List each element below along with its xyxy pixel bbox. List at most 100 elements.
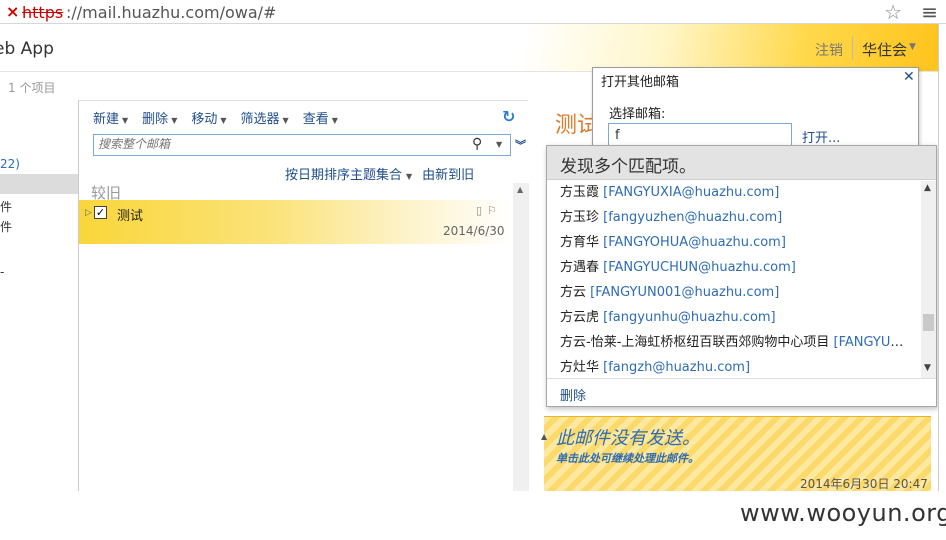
folder-unread-count[interactable]: 22) [0,157,20,171]
list-toolbar: 新建 ▼ 删除 ▼ 移动 ▼ 筛选器 ▼ 查看 ▼ [93,108,338,127]
move-button[interactable]: 移动 ▼ [191,108,226,127]
expand-triangle-icon[interactable]: ▷ [85,208,92,218]
match-email: [FANGYUN... [833,335,910,350]
new-label: 新建 [93,112,120,127]
delete-button[interactable]: 删除 ▼ [142,108,177,127]
search-input[interactable] [98,137,468,151]
matches-footer: 删除 [547,378,936,406]
list-scrollbar[interactable]: ▲ [513,183,529,501]
url-text: ://mail.huazhu.com/owa/# [66,3,277,22]
match-item[interactable]: 方玉霞 [FANGYUXIA@huazhu.com] [560,181,910,206]
matches-header: 发现多个匹配项。 [547,146,936,180]
match-email: [fangyunhu@huazhu.com] [603,310,776,325]
scroll-thumb[interactable] [923,314,934,331]
move-label: 移动 [191,112,218,127]
message-sent-date: 2014年6月30日 20:47 [800,477,928,491]
match-item[interactable]: 方玉珍 [fangyuzhen@huazhu.com] [560,206,910,231]
match-name: 方云 [560,285,587,300]
folder-selected[interactable] [0,174,78,194]
match-email: [FANGYUCHUN@huazhu.com] [603,260,796,275]
select-mailbox-label: 选择邮箱: [609,107,666,122]
mailbox-input[interactable] [608,123,792,147]
message-subject: 测试 [117,209,144,224]
chevron-down-icon: ▼ [122,116,129,125]
matches-scrollbar[interactable]: ▲ ▼ [921,181,936,378]
match-item[interactable]: 方育华 [FANGYOHUA@huazhu.com] [560,231,910,256]
browser-address-bar[interactable]: × https ://mail.huazhu.com/owa/# ☆ ≡ [0,0,946,24]
open-link[interactable]: 打开... [802,127,840,146]
sort-by-dropdown[interactable]: 按日期排序主题集合 [285,168,402,183]
new-button[interactable]: 新建 ▼ [93,108,128,127]
match-name: 方遇春 [560,260,600,275]
message-date: 2014/6/30 [443,224,505,238]
category-icon[interactable]: ▯ [476,204,482,217]
expand-double-chevron-icon[interactable]: ︾ [515,137,526,153]
match-item[interactable]: 方云虎 [fangyunhu@huazhu.com] [560,306,910,331]
chevron-down-icon: ▼ [282,116,289,125]
filter-label: 筛选器 [240,112,280,127]
delete-link[interactable]: 删除 [560,385,586,404]
match-name: 方云虎 [560,310,600,325]
match-name: 方玉霞 [560,185,600,200]
window-edge [938,24,946,494]
filter-button[interactable]: 筛选器 ▼ [241,108,289,127]
search-box[interactable]: ⚲ ▼ [93,134,511,156]
browser-menu-icon[interactable]: ≡ [921,0,938,24]
delete-label: 删除 [142,112,169,127]
match-item[interactable]: 方云 [FANGYUN001@huazhu.com] [560,281,910,306]
folder-item[interactable]: 件 [0,198,12,215]
dialog-title: 打开其他邮箱 [601,75,680,90]
insecure-icon: × [6,2,20,21]
continue-editing-link[interactable]: 单击此处可继续处理此邮件。 [556,450,699,466]
open-other-mailbox-dialog: 打开其他邮箱 ✕ 选择邮箱: 打开... [592,67,919,151]
item-count: 1 个项目 [8,81,56,95]
sort-order-toggle[interactable]: 由新到旧 [422,168,474,183]
match-name: 方灶华 [560,360,600,375]
flag-icon[interactable]: ⚐ [487,204,497,217]
close-icon[interactable]: ✕ [903,69,915,85]
matches-header-text: 发现多个匹配项。 [560,157,696,177]
user-menu[interactable]: 华住会 [862,39,907,60]
match-item[interactable]: 方遇春 [FANGYUCHUN@huazhu.com] [560,256,910,281]
banner-arrow-icon: ▲ [541,432,548,441]
match-email: [FANGYOHUA@huazhu.com] [603,235,786,250]
view-button[interactable]: 查看 ▼ [303,108,338,127]
owa-header: eb App 注销 华住会 ▼ [0,24,946,72]
matches-dropdown: 发现多个匹配项。 方玉霞 [FANGYUXIA@huazhu.com] 方玉珍 … [546,145,937,407]
chevron-down-icon: ▼ [220,116,227,125]
screen: × https ://mail.huazhu.com/owa/# ☆ ≡ eb … [0,0,946,540]
match-name: 方育华 [560,235,600,250]
app-title: eb App [0,39,54,59]
match-item[interactable]: 方灶华 [fangzh@huazhu.com] [560,356,910,378]
watermark: www.wooyun.org [740,499,946,527]
search-icon[interactable]: ⚲ [472,136,482,152]
chevron-down-icon: ▼ [331,116,338,125]
scroll-down-icon[interactable]: ▼ [924,363,931,373]
refresh-icon[interactable]: ↻ [502,107,515,126]
match-email: [FANGYUN001@huazhu.com] [590,285,780,300]
bookmark-star-icon[interactable]: ☆ [884,0,902,24]
folder-item[interactable]: 件 [0,218,12,235]
scroll-up-icon[interactable]: ▲ [924,183,931,193]
match-email: [fangzh@huazhu.com] [603,360,751,375]
header-divider [852,36,853,60]
sort-bar: 按日期排序主题集合 ▼ 由新到旧 [285,164,474,183]
message-checkbox[interactable]: ✓ [94,206,107,219]
chevron-down-icon: ▼ [171,116,178,125]
chevron-down-icon[interactable]: ▼ [496,140,502,149]
url-scheme: https [22,3,64,22]
match-item[interactable]: 方云-怡莱-上海虹桥枢纽百联西郊购物中心项目 [FANGYUN... [560,331,910,356]
folder-item[interactable]: - [0,265,4,279]
scroll-up-icon[interactable]: ▲ [517,185,523,194]
logout-link[interactable]: 注销 [815,40,843,60]
matches-list: 方玉霞 [FANGYUXIA@huazhu.com] 方玉珍 [fangyuzh… [547,181,921,378]
match-email: [fangyuzhen@huazhu.com] [603,210,783,225]
chevron-down-icon[interactable]: ▼ [909,42,916,52]
match-name: 方云-怡莱-上海虹桥枢纽百联西郊购物中心项目 [560,335,830,350]
message-row[interactable]: ▷ ✓ 测试 ▯ ⚐ 2014/6/30 [79,200,513,244]
message-list-pane: 新建▼ 删除▼ 移动▼ 筛选器▼ 查看▼ ↻ ⚲ ▼ ︾ 按日期排序主题集合▼由… [78,100,529,501]
folder-pane: 22) 件 件 - [0,100,78,500]
view-label: 查看 [302,112,329,127]
not-sent-banner[interactable]: ▲ 此邮件没有发送。 单击此处可继续处理此邮件。 2014年6月30日 20:4… [541,416,931,498]
chevron-down-icon[interactable]: ▼ [406,172,412,181]
